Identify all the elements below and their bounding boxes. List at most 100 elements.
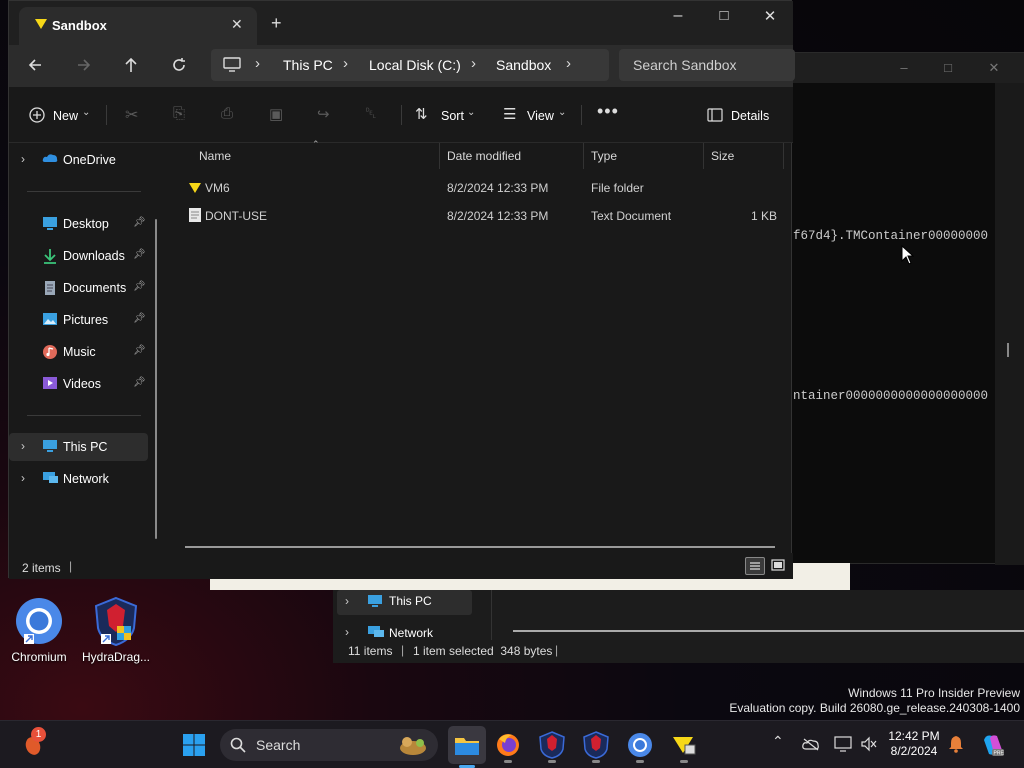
nav-item-this-pc[interactable]: › This PC	[9, 433, 148, 461]
column-header-date[interactable]: Date modified	[447, 149, 521, 163]
taskbar-search-box[interactable]: Search	[220, 729, 438, 761]
pin-icon[interactable]: 📌︎	[133, 217, 146, 228]
table-row[interactable]: VM6 8/2/2024 12:33 PM File folder	[177, 175, 783, 199]
chevron-down-icon[interactable]: ⌄	[467, 107, 475, 118]
chevron-right-icon[interactable]: ›	[566, 55, 571, 72]
console-titlebar[interactable]: – □ ✕	[781, 53, 1024, 83]
sort-icon[interactable]: ⇅	[415, 105, 428, 123]
column-separator[interactable]	[583, 143, 584, 169]
console-window[interactable]: – □ ✕ f67d4}.TMContainer00000000 ntainer…	[780, 52, 1024, 565]
desktop-shortcut-chromium[interactable]: Chromium	[1, 596, 77, 664]
chevron-down-icon[interactable]: ⌄	[558, 107, 566, 118]
pin-icon[interactable]: 📌︎	[133, 377, 146, 388]
taskbar-file-explorer[interactable]	[448, 726, 486, 768]
pin-icon[interactable]: 📌︎	[133, 281, 146, 292]
up-arrow-icon[interactable]	[123, 56, 139, 74]
maximize-icon[interactable]: □	[701, 7, 747, 24]
details-button[interactable]: Details	[731, 109, 769, 123]
close-icon[interactable]: ✕	[971, 60, 1017, 76]
chevron-right-icon[interactable]: ›	[345, 625, 349, 639]
nav-item-onedrive[interactable]: › OneDrive	[9, 146, 159, 174]
view-button[interactable]: View	[527, 109, 554, 123]
chevron-right-icon[interactable]: ›	[21, 152, 25, 166]
taskbar-chromium[interactable]	[626, 731, 654, 763]
sort-button[interactable]: Sort	[441, 109, 464, 123]
network-status-icon[interactable]	[834, 736, 852, 752]
column-separator[interactable]	[703, 143, 704, 169]
minimize-icon[interactable]: –	[655, 7, 701, 25]
chevron-down-icon[interactable]: ⌄	[82, 107, 90, 118]
table-row[interactable]: DONT-USE 8/2/2024 12:33 PM Text Document…	[177, 203, 783, 227]
new-tab-icon[interactable]: +	[271, 13, 282, 34]
maximize-icon[interactable]: □	[925, 60, 971, 75]
chevron-right-icon[interactable]: ›	[471, 55, 476, 72]
new-button[interactable]: New	[53, 109, 78, 123]
cut-icon[interactable]: ✂	[125, 105, 138, 125]
breadcrumb-this-pc[interactable]: This PC	[283, 57, 333, 73]
column-header-type[interactable]: Type	[591, 149, 617, 163]
tab-sandbox[interactable]: Sandbox ✕	[19, 7, 257, 45]
nav-item-documents[interactable]: Documents 📌︎	[9, 274, 159, 302]
rename-icon[interactable]: ▣	[269, 105, 283, 123]
chevron-right-icon[interactable]: ›	[345, 594, 349, 608]
delete-icon[interactable]: ␡	[365, 105, 377, 122]
forward-arrow-icon[interactable]	[76, 57, 92, 73]
tiles-view-toggle[interactable]	[769, 557, 787, 575]
pin-icon[interactable]: 📌︎	[133, 345, 146, 356]
nav-item-network[interactable]: › Network	[9, 465, 159, 493]
pin-icon[interactable]: 📌︎	[133, 249, 146, 260]
column-separator[interactable]	[783, 143, 784, 169]
details-view-toggle[interactable]	[745, 557, 765, 575]
start-button[interactable]	[182, 733, 206, 757]
pin-icon[interactable]: 📌︎	[133, 313, 146, 324]
taskbar-hydradragon[interactable]	[538, 731, 566, 763]
refresh-icon[interactable]	[171, 57, 187, 73]
close-icon[interactable]: ✕	[747, 7, 793, 25]
taskbar-hydradragon-second[interactable]	[582, 731, 610, 763]
console-scroll-thumb[interactable]	[1007, 343, 1009, 357]
search-input[interactable]: Search Sandbox	[619, 49, 795, 81]
column-header-name[interactable]: Name	[199, 149, 231, 163]
console-scrollbar[interactable]	[995, 83, 1024, 565]
column-header-size[interactable]: Size	[711, 149, 734, 163]
breadcrumb-sandbox[interactable]: Sandbox	[496, 57, 551, 73]
file-explorer-window[interactable]: Sandbox ✕ + – □ ✕ › This PC › Local Disk…	[8, 0, 795, 579]
nav-item-desktop[interactable]: Desktop 📌︎	[9, 210, 159, 238]
chevron-right-icon[interactable]: ›	[255, 55, 260, 72]
onedrive-offline-icon[interactable]	[802, 737, 820, 751]
horizontal-scrollbar[interactable]	[513, 630, 1024, 632]
horizontal-scrollbar[interactable]	[185, 546, 775, 548]
column-separator[interactable]	[439, 143, 440, 169]
desktop-shortcut-hydradragon[interactable]: HydraDrag...	[78, 596, 154, 664]
chevron-right-icon[interactable]: ›	[21, 439, 25, 453]
chevron-right-icon[interactable]: ›	[21, 471, 25, 485]
copy-icon[interactable]: ⎘	[173, 105, 185, 122]
nav-item-pictures[interactable]: Pictures 📌︎	[9, 306, 159, 334]
title-bar[interactable]: Sandbox ✕ + – □ ✕	[9, 1, 793, 45]
view-icon[interactable]: ☰	[503, 105, 516, 123]
address-bar[interactable]: › This PC › Local Disk (C:) › Sandbox ›	[211, 49, 609, 81]
add-circle-icon[interactable]	[29, 107, 45, 123]
more-options-icon[interactable]: •••	[597, 101, 619, 122]
taskbar-firefox[interactable]	[494, 731, 522, 763]
paste-icon[interactable]: ⎙	[221, 105, 233, 122]
background-explorer-window[interactable]: › This PC › Network 11 items | 1 item se…	[333, 590, 1024, 663]
clock[interactable]: 12:42 PM 8/2/2024	[886, 729, 942, 759]
notification-bell-icon[interactable]	[948, 735, 964, 753]
back-arrow-icon[interactable]	[27, 57, 43, 73]
chevron-right-icon[interactable]: ›	[343, 55, 348, 72]
share-icon[interactable]: ↪	[317, 105, 330, 123]
chevron-up-icon[interactable]: ⌃	[772, 733, 784, 750]
nav-item-videos[interactable]: Videos 📌︎	[9, 370, 159, 398]
volume-muted-icon[interactable]	[860, 736, 878, 752]
widgets-button[interactable]: 1	[22, 727, 48, 757]
copilot-icon[interactable]: PRE	[980, 732, 1006, 758]
minimize-icon[interactable]: –	[881, 60, 927, 75]
details-pane-icon[interactable]	[707, 108, 723, 122]
nav-item-downloads[interactable]: Downloads 📌︎	[9, 242, 159, 270]
close-tab-icon[interactable]: ✕	[231, 16, 243, 33]
nav-item-music[interactable]: Music 📌︎	[9, 338, 159, 366]
breadcrumb-local-disk[interactable]: Local Disk (C:)	[369, 57, 461, 73]
taskbar-sandboxie[interactable]	[670, 731, 698, 763]
nav-scrollbar[interactable]	[155, 219, 157, 539]
